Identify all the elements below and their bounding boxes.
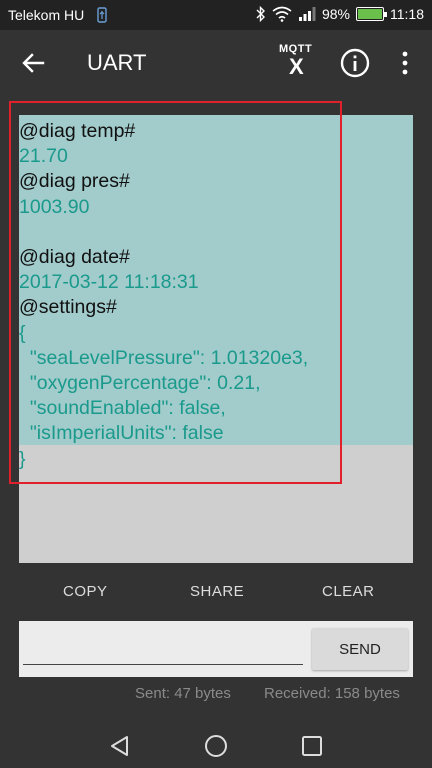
response-line: }: [19, 447, 26, 470]
send-button[interactable]: SEND: [312, 628, 408, 670]
input-card: SEND: [19, 621, 413, 677]
status-icons: 98% 11:18: [256, 6, 424, 22]
more-vert-icon[interactable]: [393, 47, 417, 79]
home-circle-icon[interactable]: [204, 734, 228, 758]
response-line: 21.70: [19, 145, 68, 168]
command-line: @diag pres#: [19, 170, 130, 193]
received-counter: Received: 158 bytes: [264, 685, 400, 702]
signal-icon: [298, 7, 316, 21]
output-panel[interactable]: @diag temp# 21.70@diag pres#1003.90​@diag…: [19, 115, 413, 563]
status-bar: Telekom HU 98% 11:18: [0, 0, 432, 30]
battery-percent: 98%: [321, 6, 350, 22]
action-bar: COPY SHARE CLEAR: [19, 578, 413, 606]
output-text-area[interactable]: @diag temp# 21.70@diag pres#1003.90​@diag…: [19, 115, 413, 470]
app-bar: UART MQTT X: [0, 30, 432, 94]
response-line: "oxygenPercentage": 0.21,: [19, 372, 261, 395]
share-button[interactable]: SHARE: [190, 583, 244, 600]
wifi-icon: [272, 6, 292, 22]
response-line: "isImperialUnits": false: [19, 422, 224, 445]
back-triangle-icon[interactable]: [108, 734, 132, 758]
battery-icon: [356, 7, 387, 21]
info-icon[interactable]: [339, 47, 371, 79]
clock: 11:18: [390, 6, 424, 22]
mqtt-icon[interactable]: MQTT X: [276, 42, 318, 84]
back-arrow-icon[interactable]: [18, 48, 48, 78]
page-title: UART: [87, 50, 147, 75]
response-line: 2017-03-12 11:18:31: [19, 271, 199, 294]
copy-button[interactable]: COPY: [63, 583, 108, 600]
response-line: {: [19, 321, 26, 344]
recents-square-icon[interactable]: [300, 734, 324, 758]
response-line: ​: [19, 220, 308, 245]
response-line: 1003.90: [19, 195, 90, 218]
response-line: "soundEnabled": false,: [19, 397, 226, 420]
command-line: @settings#: [19, 296, 117, 319]
usb-icon: [97, 7, 107, 23]
command-line: @diag temp#: [19, 120, 136, 142]
response-line: "seaLevelPressure": 1.01320e3,: [19, 346, 309, 369]
byte-counters: Sent: 47 bytes Received: 158 bytes: [0, 685, 432, 707]
output-lines: @diag temp# 21.70@diag pres#1003.90​@diag…: [19, 119, 308, 472]
sent-counter: Sent: 47 bytes: [135, 685, 231, 702]
command-line: @diag date#: [19, 246, 130, 269]
carrier-name: Telekom HU: [8, 7, 85, 23]
clear-button[interactable]: CLEAR: [322, 583, 375, 600]
mqtt-icon-x: X: [289, 54, 304, 79]
message-input[interactable]: [23, 629, 303, 665]
navigation-bar: [0, 722, 432, 768]
bluetooth-icon: [256, 6, 265, 22]
